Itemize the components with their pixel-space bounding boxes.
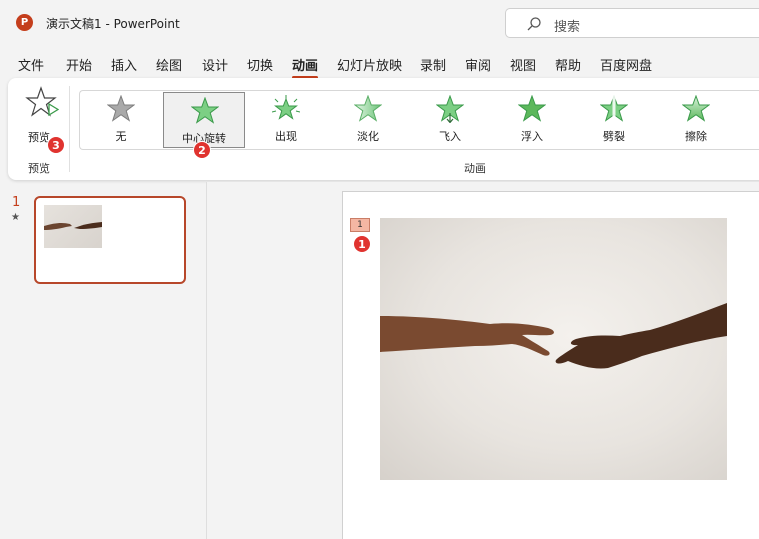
step-badge-1: 1 <box>353 235 371 253</box>
slide-number: 1 <box>12 195 21 210</box>
animation-fly-in[interactable]: 飞入 <box>409 91 491 149</box>
animation-fade[interactable]: 淡化 <box>327 91 409 149</box>
animation-label: 出现 <box>275 130 297 143</box>
star-wipe-icon <box>682 95 710 122</box>
tab-slideshow[interactable]: 幻灯片放映 <box>337 55 402 74</box>
animation-group-label: 动画 <box>464 162 486 175</box>
animation-order-tag[interactable]: 1 <box>350 218 370 232</box>
animation-gallery: 无 中心旋转 出现 淡化 飞入 浮入 劈裂 擦除 <box>79 90 759 150</box>
animation-split[interactable]: 劈裂 <box>573 91 655 149</box>
tab-design[interactable]: 设计 <box>202 55 228 74</box>
thumbnail-image <box>44 205 102 248</box>
animation-wipe[interactable]: 擦除 <box>655 91 737 149</box>
group-divider <box>69 86 70 172</box>
step-badge-3: 3 <box>47 136 65 154</box>
tab-animations[interactable]: 动画 <box>292 55 319 79</box>
animation-label: 浮入 <box>521 130 543 143</box>
slide-thumbnail[interactable] <box>34 196 186 284</box>
star-fly-icon <box>436 95 464 123</box>
animation-appear[interactable]: 出现 <box>245 91 327 149</box>
animation-none[interactable]: 无 <box>80 91 162 149</box>
tab-help[interactable]: 帮助 <box>555 55 581 74</box>
hands-photo[interactable] <box>380 218 727 480</box>
animation-spin-center[interactable]: 中心旋转 <box>163 92 245 148</box>
tab-transitions[interactable]: 切换 <box>247 55 273 74</box>
preview-group-label: 预览 <box>28 162 50 175</box>
tab-record[interactable]: 录制 <box>420 55 446 74</box>
tab-view[interactable]: 视图 <box>510 55 536 74</box>
search-placeholder: 搜索 <box>554 20 581 35</box>
tab-baidu-netdisk[interactable]: 百度网盘 <box>600 55 652 74</box>
star-burst-icon <box>272 95 300 120</box>
animation-label: 无 <box>115 130 127 143</box>
tab-draw[interactable]: 绘图 <box>156 55 182 74</box>
tab-home[interactable]: 开始 <box>66 55 92 74</box>
window-title: 演示文稿1 - PowerPoint <box>46 17 180 31</box>
powerpoint-logo-icon: P <box>16 14 33 31</box>
star-gray-icon <box>107 95 135 122</box>
animation-label: 飞入 <box>439 130 461 143</box>
animation-label: 淡化 <box>357 130 379 143</box>
tab-review[interactable]: 审阅 <box>465 55 491 74</box>
tab-insert[interactable]: 插入 <box>111 55 137 74</box>
hands-illustration <box>380 303 727 369</box>
animation-label: 擦除 <box>685 130 707 143</box>
title-bar: P 演示文稿1 - PowerPoint 搜索 <box>0 0 759 46</box>
step-badge-2: 2 <box>193 141 211 159</box>
animation-label: 劈裂 <box>603 130 625 143</box>
star-green-icon <box>191 97 219 124</box>
star-split-icon <box>600 95 628 123</box>
tab-file[interactable]: 文件 <box>18 55 44 74</box>
animation-marker-icon: ★ <box>11 212 20 223</box>
ribbon-tabs: 文件 开始 插入 绘图 设计 切换 动画 幻灯片放映 录制 审阅 视图 帮助 百… <box>0 50 759 79</box>
preview-star-icon <box>25 86 59 117</box>
animation-float-in[interactable]: 浮入 <box>491 91 573 149</box>
star-float-icon <box>518 95 546 122</box>
ribbon-panel: 预览 ⌄ 3 预览 无 中心旋转 出现 <box>8 78 759 180</box>
search-icon <box>527 17 541 31</box>
search-box[interactable]: 搜索 <box>505 8 759 38</box>
star-fade-icon <box>354 95 382 122</box>
